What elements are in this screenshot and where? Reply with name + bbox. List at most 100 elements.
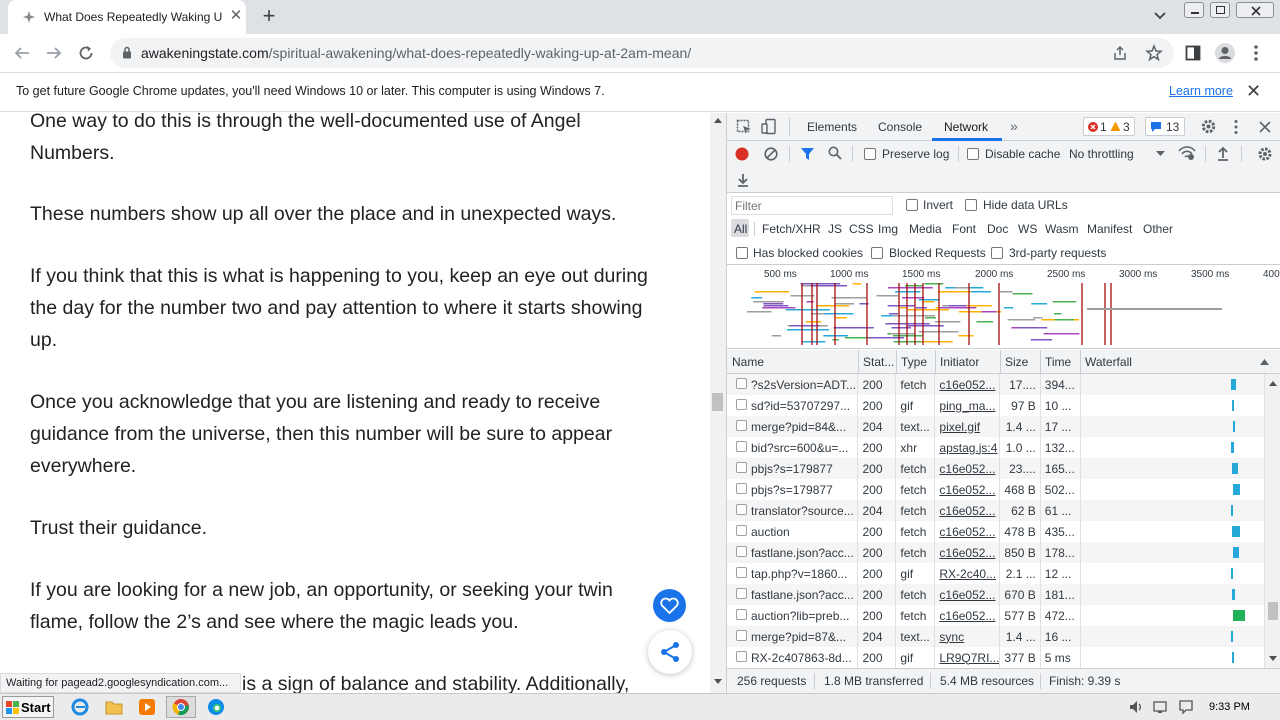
request-row[interactable]: bid?src=600&u=... 200 xhr apstag.js:4 1.0 ..…: [727, 437, 1265, 458]
page-scrollbar[interactable]: [710, 113, 726, 693]
preserve-log-checkbox[interactable]: [864, 148, 876, 160]
table-scroll-up-icon[interactable]: [1269, 380, 1277, 386]
settings-gear-icon[interactable]: [1200, 118, 1217, 135]
request-row[interactable]: fastlane.json?acc... 200 fetch c16e052... 67…: [727, 584, 1265, 605]
request-initiator-cell[interactable]: apstag.js:4: [934, 437, 1001, 458]
inspect-element-icon[interactable]: [736, 119, 752, 135]
export-har-icon[interactable]: [736, 172, 750, 188]
issues-counter[interactable]: 1 3: [1083, 117, 1135, 136]
overview-timeline[interactable]: 500 ms 1000 ms 1500 ms 2000 ms 2500 ms 3…: [727, 265, 1280, 349]
reload-icon[interactable]: [77, 44, 95, 62]
bookmark-star-icon[interactable]: [1145, 44, 1163, 62]
type-filter-manifest[interactable]: Manifest: [1087, 222, 1132, 236]
type-filter-img[interactable]: Img: [878, 222, 898, 236]
favorite-button[interactable]: [653, 589, 686, 622]
tab-console[interactable]: Console: [878, 120, 922, 134]
request-row[interactable]: pbjs?s=179877 200 fetch c16e052... 23.... 165…: [727, 458, 1265, 479]
blocked-requests-checkbox[interactable]: [871, 247, 883, 259]
minimize-button[interactable]: [1184, 2, 1204, 18]
scroll-down-arrow-icon[interactable]: [714, 679, 722, 685]
request-row[interactable]: fastlane.json?acc... 200 fetch c16e052... 85…: [727, 542, 1265, 563]
taskbar-edge[interactable]: [202, 696, 230, 718]
request-initiator-cell[interactable]: c16e052...: [934, 458, 1001, 479]
request-initiator-cell[interactable]: c16e052...: [934, 584, 1001, 605]
scroll-up-arrow-icon[interactable]: [714, 117, 722, 123]
type-filter-js[interactable]: JS: [828, 222, 842, 236]
forward-arrow-icon[interactable]: [45, 44, 63, 62]
devtools-menu-icon[interactable]: [1233, 119, 1239, 135]
request-row[interactable]: auction 200 fetch c16e052... 478 B 435...: [727, 521, 1265, 542]
close-window-button[interactable]: [1236, 2, 1274, 18]
request-initiator-cell[interactable]: sync: [934, 626, 1001, 647]
request-initiator-cell[interactable]: c16e052...: [934, 374, 1001, 395]
tab-search-chevron-icon[interactable]: [1153, 10, 1167, 20]
type-filter-css[interactable]: CSS: [849, 222, 874, 236]
taskbar-chrome[interactable]: [166, 696, 196, 718]
request-row[interactable]: merge?pid=87&... 204 text... sync 1.4 ... 16 …: [727, 626, 1265, 647]
back-arrow-icon[interactable]: [13, 44, 31, 62]
table-scrollbar[interactable]: [1265, 374, 1280, 668]
request-row[interactable]: translator?source... 204 fetch c16e052... 62…: [727, 500, 1265, 521]
type-filter-font[interactable]: Font: [952, 222, 976, 236]
page-scroll-thumb[interactable]: [712, 393, 723, 411]
share-button[interactable]: [648, 630, 692, 674]
type-filter-doc[interactable]: Doc: [987, 222, 1008, 236]
browser-tab[interactable]: What Does Repeatedly Waking Up a ✕: [8, 0, 246, 34]
request-initiator-cell[interactable]: c16e052...: [934, 521, 1001, 542]
request-initiator-cell[interactable]: pixel.gif: [934, 416, 1001, 437]
device-toolbar-icon[interactable]: [761, 118, 777, 136]
type-filter-wasm[interactable]: Wasm: [1045, 222, 1079, 236]
column-size[interactable]: Size: [1005, 355, 1028, 369]
filter-input[interactable]: [731, 196, 893, 215]
tab-close-icon[interactable]: ✕: [228, 8, 244, 24]
column-status[interactable]: Stat...: [863, 355, 894, 369]
type-filter-media[interactable]: Media: [909, 222, 942, 236]
disable-cache-checkbox[interactable]: [967, 148, 979, 160]
learn-more-link[interactable]: Learn more: [1169, 84, 1233, 98]
request-row[interactable]: sd?id=53707297... 200 gif ping_ma... 97 B 10 …: [727, 395, 1265, 416]
restore-button[interactable]: [1210, 2, 1230, 18]
sort-ascending-icon[interactable]: [1260, 358, 1269, 365]
request-row[interactable]: auction?lib=preb... 200 fetch c16e052... 577…: [727, 605, 1265, 626]
throttling-select[interactable]: No throttling: [1069, 147, 1134, 161]
third-party-checkbox[interactable]: [991, 247, 1003, 259]
table-scroll-down-icon[interactable]: [1269, 656, 1277, 662]
request-row[interactable]: RX-2c407863-8d... 200 gif LR9Q7RI... 377 B5 …: [727, 647, 1265, 668]
tab-network[interactable]: Network: [944, 120, 988, 134]
clear-icon[interactable]: [764, 147, 778, 161]
network-tray-icon[interactable]: [1153, 699, 1169, 715]
request-initiator-cell[interactable]: c16e052...: [934, 479, 1001, 500]
chrome-menu-icon[interactable]: [1252, 44, 1260, 62]
hide-data-urls-checkbox[interactable]: [965, 199, 977, 211]
action-center-icon[interactable]: [1178, 699, 1194, 715]
tab-elements[interactable]: Elements: [807, 120, 857, 134]
request-row[interactable]: merge?pid=84&... 204 text... pixel.gif 1.4 .…: [727, 416, 1265, 437]
start-button[interactable]: Start: [2, 696, 54, 718]
more-tabs-icon[interactable]: »: [1010, 118, 1018, 134]
share-page-icon[interactable]: [1112, 45, 1128, 61]
taskbar-ie[interactable]: [66, 696, 94, 718]
address-bar[interactable]: awakeningstate.com/spiritual-awakening/w…: [110, 38, 1174, 68]
request-row[interactable]: pbjs?s=179877 200 fetch c16e052... 468 B 502.…: [727, 479, 1265, 500]
taskbar-clock[interactable]: 9:33 PM: [1209, 701, 1250, 713]
profile-avatar-icon[interactable]: [1214, 42, 1236, 64]
column-initiator[interactable]: Initiator: [940, 355, 979, 369]
request-initiator-cell[interactable]: c16e052...: [934, 500, 1001, 521]
messages-counter[interactable]: 13: [1145, 117, 1185, 136]
request-initiator-cell[interactable]: c16e052...: [934, 542, 1001, 563]
request-initiator-cell[interactable]: ping_ma...: [934, 395, 1001, 416]
throttling-dropdown-icon[interactable]: [1156, 151, 1165, 157]
column-type[interactable]: Type: [901, 355, 927, 369]
new-tab-button[interactable]: +: [258, 5, 280, 28]
infobar-close-icon[interactable]: ✕: [1246, 81, 1261, 102]
request-row[interactable]: tap.php?v=1860... 200 gif RX-2c40... 2.1 ...…: [727, 563, 1265, 584]
table-scroll-thumb[interactable]: [1268, 602, 1278, 620]
type-filter-fetch-xhr[interactable]: Fetch/XHR: [762, 222, 821, 236]
volume-icon[interactable]: [1128, 699, 1144, 715]
column-waterfall[interactable]: Waterfall: [1085, 355, 1132, 369]
network-conditions-icon[interactable]: [1178, 145, 1196, 161]
filter-funnel-icon[interactable]: [800, 147, 815, 161]
taskbar-media-player[interactable]: [133, 696, 161, 718]
column-time[interactable]: Time: [1045, 355, 1071, 369]
request-initiator-cell[interactable]: LR9Q7RI...: [934, 647, 1001, 668]
